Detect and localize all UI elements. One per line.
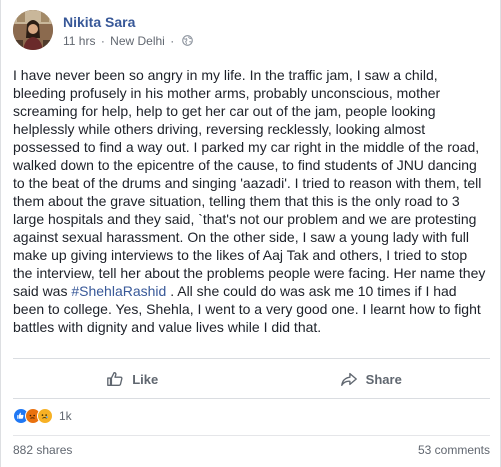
divider <box>13 435 490 436</box>
globe-icon[interactable] <box>181 35 193 46</box>
shares-count[interactable]: 882 shares <box>13 443 72 457</box>
avatar[interactable] <box>13 10 53 50</box>
like-button[interactable]: Like <box>13 360 252 398</box>
share-icon <box>340 372 357 386</box>
avatar-image <box>13 10 53 50</box>
hashtag-link[interactable]: #ShehlaRashid <box>71 283 166 299</box>
post-footer: 882 shares 53 comments <box>13 443 490 459</box>
post-location[interactable]: New Delhi <box>110 34 165 48</box>
divider <box>13 358 490 359</box>
share-label: Share <box>365 371 402 387</box>
meta-separator-2: · <box>170 34 175 48</box>
author-name[interactable]: Nikita Sara <box>63 14 135 30</box>
action-bar: Like Share <box>13 360 490 398</box>
like-label: Like <box>132 371 159 387</box>
divider <box>13 398 490 399</box>
post-body-text-1: I have never been so angry in my life. I… <box>13 67 486 299</box>
comments-count[interactable]: 53 comments <box>418 443 490 457</box>
post-time[interactable]: 11 hrs <box>63 34 95 48</box>
facebook-post: Nikita Sara 11 hrs · New Delhi · I have … <box>0 0 501 467</box>
post-meta: 11 hrs · New Delhi · <box>63 34 193 48</box>
meta-separator: · <box>100 34 105 48</box>
thumbs-up-icon <box>107 372 123 386</box>
reaction-count: 1k <box>59 409 72 423</box>
post-header: Nikita Sara 11 hrs · New Delhi · <box>13 10 490 54</box>
sad-reaction-icon <box>37 408 53 424</box>
reactions-summary[interactable]: 1k <box>13 407 72 425</box>
post-body: I have never been so angry in my life. I… <box>13 66 490 336</box>
share-button[interactable]: Share <box>252 360 491 398</box>
